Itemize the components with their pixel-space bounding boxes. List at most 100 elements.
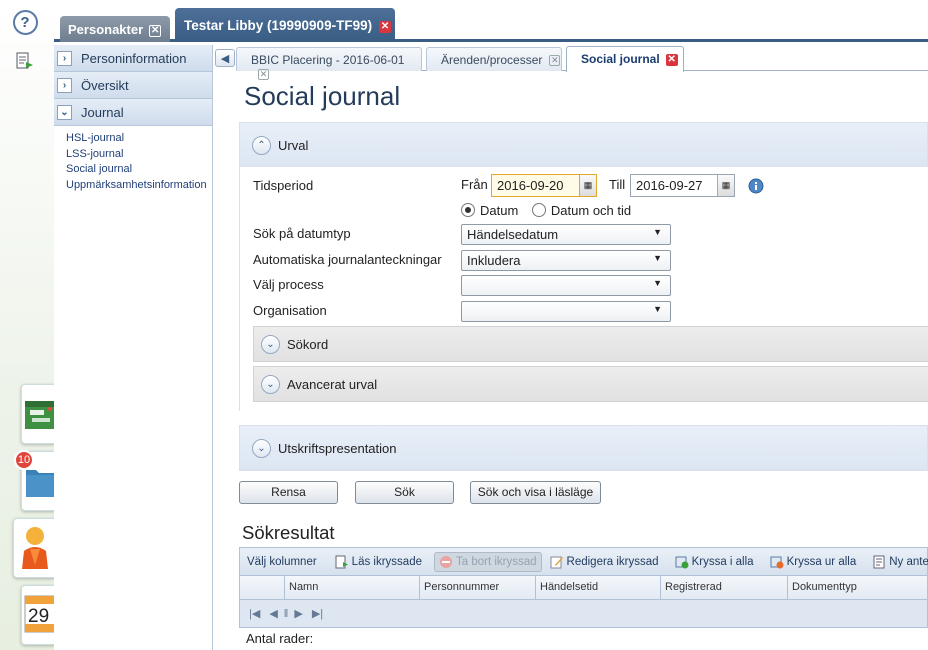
dropdown-arrow-icon: ▼ [653,227,662,237]
person-icon [22,527,48,569]
kryssa-alla-button[interactable]: Kryssa i alla [675,555,754,569]
datumtyp-label: Sök på datumtyp [253,226,351,241]
avancerat-title: Avancerat urval [287,376,378,392]
collapse-sidebar-button[interactable]: ◀ [215,49,235,67]
results-title: Sökresultat [242,522,335,543]
avancerat-panel[interactable]: ⌄ Avancerat urval [253,366,928,402]
auto-journal-select[interactable]: Inkludera ▼ [461,250,671,271]
dropdown-arrow-icon: ▼ [653,278,662,288]
sidebar-section-oversikt[interactable]: › Översikt [54,72,212,99]
sidebar-link-lss[interactable]: LSS-journal [66,147,212,163]
till-date-input[interactable]: 2016-09-27 ▦ [630,174,735,197]
launcher-person[interactable] [13,518,55,578]
chevron-down-icon: ⌄ [252,438,271,458]
sidebar-section-personinformation[interactable]: › Personinformation [54,45,212,72]
map-icon [25,401,55,429]
help-icon: ? [12,9,38,35]
column-header-handelsetid[interactable]: Händelsetid [535,576,660,599]
ta-bort-button[interactable]: Ta bort ikryssad [433,551,542,572]
last-page-icon[interactable]: ▶| [312,607,323,620]
page-title: Social journal [244,81,401,111]
document-arrow-icon [16,52,33,69]
chevron-down-icon: ⌄ [261,374,280,394]
column-header-registrerad[interactable]: Registrerad [660,576,787,599]
tidsperiod-label: Tidsperiod [253,178,314,193]
info-icon[interactable] [748,178,764,194]
chevron-down-icon: ⌄ [261,334,280,354]
dropdown-arrow-icon: ▼ [653,304,662,314]
redigera-button[interactable]: Redigera ikryssad [550,555,659,569]
toolbar-label: Välj kolumner [247,555,317,568]
dropdown-arrow-icon: ▼ [653,253,662,263]
las-ikryssade-button[interactable]: Läs ikryssade [335,555,422,569]
fran-label: Från [461,177,488,192]
column-header-namn[interactable]: Namn [284,576,419,599]
column-header-personnummer[interactable]: Personnummer [419,576,535,599]
first-page-icon[interactable]: |◀ [249,607,260,620]
datumtyp-value: Händelsedatum [467,227,559,242]
left-rail: ? 10 29 [0,0,55,650]
tab-social-journal[interactable]: Social journal ✕ [566,46,684,72]
new-note-icon [873,555,885,568]
valj-kolumner-button[interactable]: Välj kolumner [247,556,317,568]
auto-value: Inkludera [467,253,521,268]
tab-bbic-placering[interactable]: BBIC Placering - 2016-06-01 ✕ [236,47,422,80]
launcher-map[interactable] [21,384,55,444]
calendar-picker-icon[interactable]: ▦ [717,175,734,196]
org-label: Organisation [253,303,327,318]
kryssa-ur-button[interactable]: Kryssa ur alla [770,555,856,569]
sok-button[interactable]: Sök [355,481,454,504]
ny-anteckning-button[interactable]: Ny anteckning [872,555,928,569]
tab-personakter[interactable]: Personakter ✕ [60,16,170,42]
radio-datum-label: Datum [480,203,519,218]
fran-date-input[interactable]: 2016-09-20 ▦ [491,174,597,197]
close-icon[interactable]: ✕ [258,69,269,80]
sidebar: › Personinformation › Översikt ⌄ Journal… [54,45,213,650]
radio-datum[interactable] [461,203,475,217]
results-toolbar: Välj kolumner Läs ikryssade Ta bort ikry… [239,547,928,576]
toolbar-label: Redigera ikryssad [566,555,659,568]
fran-date-value: 2016-09-20 [497,178,564,193]
auto-label: Automatiska journalanteckningar [253,252,442,267]
urval-title: Urval [278,137,309,153]
sidebar-section-journal[interactable]: ⌄ Journal [54,99,212,126]
toolbar-label: Ta bort ikryssad [455,555,537,568]
sidebar-link-social[interactable]: Social journal [66,162,212,178]
select-column-header[interactable] [240,576,284,599]
subtab-label: BBIC Placering - 2016-06-01 [251,53,405,67]
chevron-up-icon: ⌃ [252,135,271,155]
organisation-select[interactable]: ▼ [461,301,671,322]
help-button[interactable]: ? [10,7,40,37]
prev-page-icon[interactable]: ◀ [269,607,277,620]
sok-och-visa-button[interactable]: Sök och visa i läsläge [470,481,601,504]
document-export-button[interactable] [10,46,40,76]
uncheck-all-icon [770,556,784,568]
close-icon[interactable]: ✕ [379,21,392,33]
sidebar-link-uppmarksamhet[interactable]: Uppmärksamhetsinformation [66,178,212,194]
chevron-right-icon: › [57,77,72,93]
column-header-dokumenttyp[interactable]: Dokumenttyp [787,576,928,599]
sidebar-section-label: Personinformation [81,50,187,66]
sidebar-link-hsl[interactable]: HSL-journal [66,131,212,147]
chevron-right-icon: › [57,50,72,66]
launcher-calendar[interactable]: 29 [21,585,55,645]
process-select[interactable]: ▼ [461,275,671,296]
edit-pencil-icon [550,556,563,568]
tab-testar-libby[interactable]: Testar Libby (19990909-TF99) ✕ [175,8,395,42]
next-page-icon[interactable]: ▶ [294,607,302,620]
urval-header[interactable]: ⌃ Urval [240,123,927,167]
close-icon[interactable]: ✕ [149,25,162,37]
radio-datum-och-tid[interactable] [531,203,546,217]
tab-label: Personakter [68,22,144,37]
close-icon[interactable]: ✕ [665,54,678,66]
utskrift-panel[interactable]: ⌄ Utskriftspresentation [239,425,928,471]
datumtyp-select[interactable]: Händelsedatum ▼ [461,224,671,245]
tab-arenden-processer[interactable]: Ärenden/processer ✕ [426,47,562,71]
calendar-picker-icon[interactable]: ▦ [579,175,596,196]
close-icon[interactable]: ✕ [549,55,561,66]
main-content: BBIC Placering - 2016-06-01 ✕ Ärenden/pro… [236,45,928,650]
check-all-icon [675,556,689,568]
sokord-panel[interactable]: ⌄ Sökord [253,326,928,362]
antal-rader-label: Antal rader: [246,631,314,646]
rensa-button[interactable]: Rensa [239,481,338,504]
